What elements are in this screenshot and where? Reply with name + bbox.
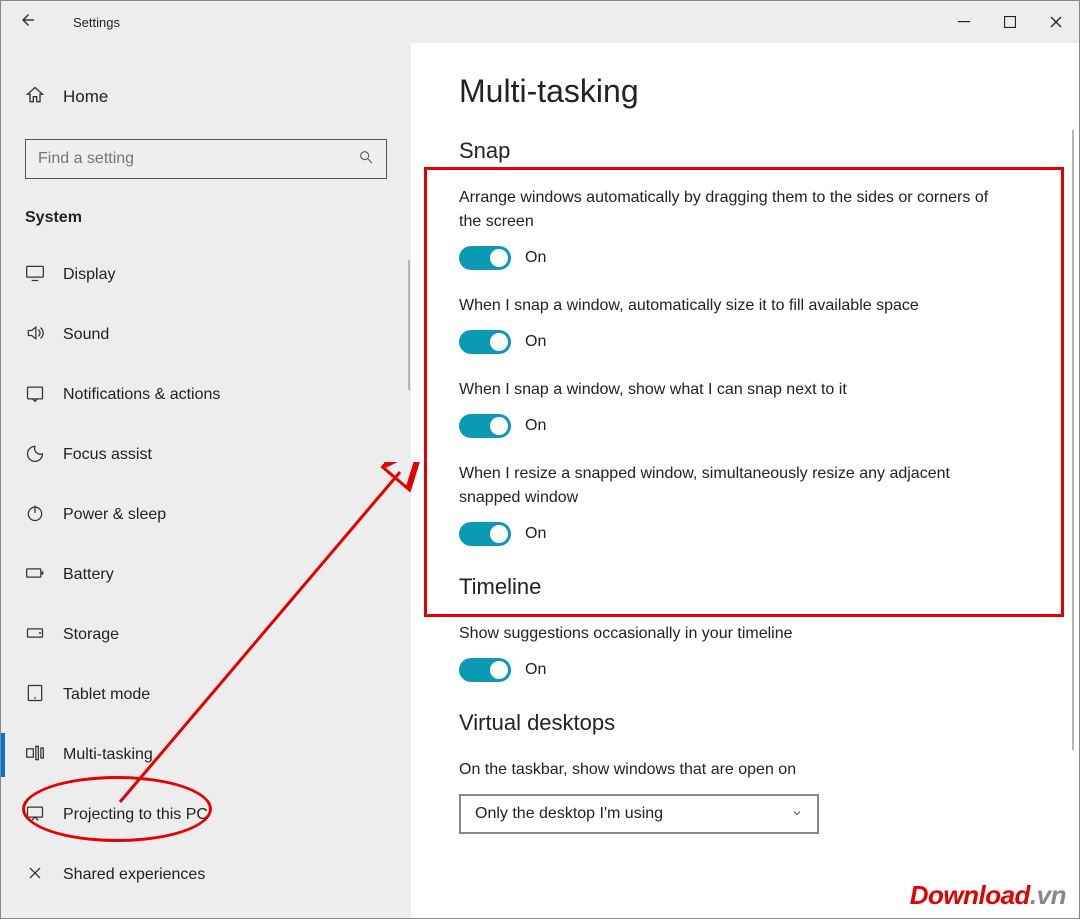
- sound-icon: [25, 323, 55, 348]
- nav-item-multitasking[interactable]: Multi-tasking: [1, 725, 411, 785]
- home-button[interactable]: Home: [1, 73, 411, 121]
- nav-label: Shared experiences: [63, 866, 205, 884]
- toggle-state: On: [525, 661, 546, 679]
- page-title: Multi-tasking: [459, 73, 1031, 110]
- nav-item-sound[interactable]: Sound: [1, 305, 411, 365]
- close-icon: [1050, 16, 1062, 28]
- notifications-icon: [25, 383, 55, 408]
- toggle-snap-arrange[interactable]: [459, 246, 511, 270]
- category-label: System: [1, 199, 411, 245]
- nav-item-shared-experiences[interactable]: Shared experiences: [1, 845, 411, 905]
- maximize-icon: [1004, 16, 1016, 28]
- setting-snap-arrange: Arrange windows automatically by draggin…: [459, 186, 1031, 270]
- nav-label: Multi-tasking: [63, 746, 153, 764]
- power-icon: [25, 503, 55, 528]
- toggle-state: On: [525, 525, 546, 543]
- minimize-icon: [958, 16, 970, 28]
- dropdown-value: Only the desktop I'm using: [475, 805, 663, 823]
- nav-item-notifications[interactable]: Notifications & actions: [1, 365, 411, 425]
- toggle-snap-autosize[interactable]: [459, 330, 511, 354]
- nav-label: Battery: [63, 566, 114, 584]
- storage-icon: [25, 623, 55, 648]
- shared-icon: [25, 863, 55, 888]
- nav-item-focus-assist[interactable]: Focus assist: [1, 425, 411, 485]
- nav-label: Storage: [63, 626, 119, 644]
- section-title-timeline: Timeline: [459, 574, 1031, 600]
- setting-desc: When I snap a window, automatically size…: [459, 294, 999, 318]
- sidebar: Home System Display Sound: [1, 43, 411, 918]
- nav-item-power-sleep[interactable]: Power & sleep: [1, 485, 411, 545]
- window-title: Settings: [73, 15, 120, 30]
- nav-label: Sound: [63, 326, 109, 344]
- setting-desc: When I snap a window, show what I can sn…: [459, 378, 999, 402]
- multitasking-icon: [25, 743, 55, 768]
- minimize-button[interactable]: [941, 1, 987, 43]
- toggle-state: On: [525, 333, 546, 351]
- projecting-icon: [25, 803, 55, 828]
- dropdown-virtual-taskbar[interactable]: Only the desktop I'm using: [459, 794, 819, 834]
- maximize-button[interactable]: [987, 1, 1033, 43]
- setting-snap-resize-adjacent: When I resize a snapped window, simultan…: [459, 462, 1031, 546]
- search-icon: [358, 149, 374, 169]
- nav-item-tablet-mode[interactable]: Tablet mode: [1, 665, 411, 725]
- sidebar-scrollbar[interactable]: [408, 260, 410, 390]
- setting-snap-autosize: When I snap a window, automatically size…: [459, 294, 1031, 354]
- toggle-timeline-suggestions[interactable]: [459, 658, 511, 682]
- home-icon: [25, 85, 55, 110]
- main-scrollbar[interactable]: [1072, 130, 1074, 750]
- toggle-snap-show-next[interactable]: [459, 414, 511, 438]
- nav-item-display[interactable]: Display: [1, 245, 411, 305]
- nav-label: Notifications & actions: [63, 386, 220, 404]
- section-title-snap: Snap: [459, 138, 1031, 164]
- titlebar: Settings: [1, 1, 1079, 43]
- battery-icon: [25, 563, 55, 588]
- display-icon: [25, 263, 55, 288]
- setting-timeline-suggestions: Show suggestions occasionally in your ti…: [459, 622, 1031, 682]
- setting-desc: On the taskbar, show windows that are op…: [459, 758, 999, 782]
- setting-snap-show-next: When I snap a window, show what I can sn…: [459, 378, 1031, 438]
- nav-label: Tablet mode: [63, 686, 150, 704]
- setting-desc: Show suggestions occasionally in your ti…: [459, 622, 999, 646]
- nav-label: Power & sleep: [63, 506, 166, 524]
- main-content: Multi-tasking Snap Arrange windows autom…: [411, 43, 1079, 918]
- focus-assist-icon: [25, 443, 55, 468]
- search-input[interactable]: [38, 150, 358, 168]
- setting-desc: When I resize a snapped window, simultan…: [459, 462, 999, 510]
- toggle-snap-resize-adjacent[interactable]: [459, 522, 511, 546]
- chevron-down-icon: [791, 807, 803, 822]
- close-button[interactable]: [1033, 1, 1079, 43]
- nav-item-storage[interactable]: Storage: [1, 605, 411, 665]
- setting-desc: Arrange windows automatically by draggin…: [459, 186, 999, 234]
- tablet-icon: [25, 683, 55, 708]
- home-label: Home: [63, 87, 108, 107]
- nav-label: Focus assist: [63, 446, 152, 464]
- setting-virtual-taskbar: On the taskbar, show windows that are op…: [459, 758, 1031, 834]
- back-button[interactable]: [1, 11, 55, 34]
- toggle-state: On: [525, 249, 546, 267]
- toggle-state: On: [525, 417, 546, 435]
- arrow-left-icon: [19, 11, 37, 29]
- nav-label: Projecting to this PC: [63, 806, 208, 824]
- nav-item-battery[interactable]: Battery: [1, 545, 411, 605]
- nav-list: Display Sound Notifications & actions Fo…: [1, 245, 411, 918]
- search-box[interactable]: [25, 139, 387, 179]
- nav-item-projecting[interactable]: Projecting to this PC: [1, 785, 411, 845]
- section-title-virtual-desktops: Virtual desktops: [459, 710, 1031, 736]
- nav-label: Display: [63, 266, 115, 284]
